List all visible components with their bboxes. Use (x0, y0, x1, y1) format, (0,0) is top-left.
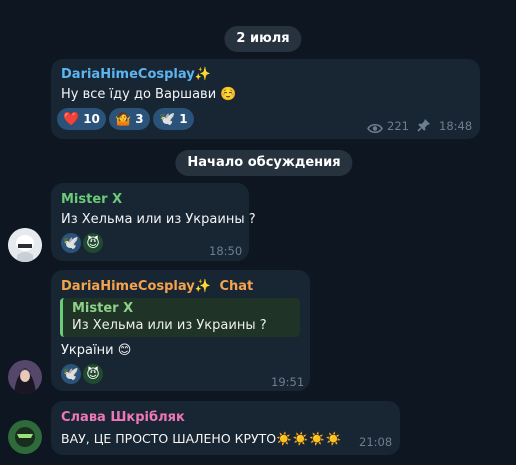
message-sender-name[interactable]: Слава Шкрібляк (61, 410, 185, 425)
message-time: 21:08 (359, 435, 393, 449)
message-text: ВАУ, ЦЕ ПРОСТО ШАЛЕНО КРУТО☀️☀️☀️☀️ (61, 431, 343, 446)
reaction-dove[interactable]: 🕊️ 1 (153, 108, 194, 130)
message-sender-name[interactable]: DariaHimeCosplay✨ Chat (61, 279, 253, 294)
reaction-count: 3 (135, 112, 144, 126)
reaction-heart[interactable]: ❤️ 10 (57, 108, 106, 130)
message-text: України 😊 (61, 343, 132, 358)
reply-quote[interactable]: Mister X Из Хельма или из Украины ? (60, 298, 300, 337)
reply-sender-name: Mister X (72, 301, 134, 316)
reaction-shrug[interactable]: 🤷 3 (109, 108, 150, 130)
smiling-face-icon: 😊 (117, 343, 132, 358)
devil-icon[interactable]: 😈 (83, 364, 103, 384)
message-bubble[interactable]: DariaHimeCosplay✨ Chat Mister X Из Хельм… (51, 270, 310, 391)
eye-icon (367, 119, 383, 138)
dove-icon: 🕊️ (159, 111, 176, 127)
sparkles-icon: ✨ (194, 67, 211, 82)
message-text: Из Хельма или из Украины ? (61, 212, 256, 227)
message-time: 18:50 (209, 244, 243, 258)
message-bubble[interactable]: Слава Шкрібляк ВАУ, ЦЕ ПРОСТО ШАЛЕНО КРУ… (51, 401, 400, 455)
smiling-face-icon: ☺️ (220, 87, 237, 102)
discussion-separator: Начало обсуждения (175, 150, 353, 176)
devil-icon[interactable]: 😈 (83, 233, 103, 253)
channel-post[interactable]: DariaHimeCosplay✨ Ну все їду до Варшави … (51, 59, 480, 139)
dove-icon[interactable]: 🕊️ (61, 233, 81, 253)
heart-icon: ❤️ (63, 111, 80, 127)
chat-badge: Chat (219, 279, 254, 294)
shrug-icon: 🤷 (115, 111, 132, 127)
message-time: 19:51 (271, 375, 305, 389)
post-text: Ну все їду до Варшави ☺️ (61, 87, 237, 102)
reaction-count: 10 (83, 112, 100, 126)
message-sender-name[interactable]: Mister X (61, 192, 122, 207)
sparkles-icon: ✨ (194, 279, 211, 294)
sun-icon: ☀️☀️☀️☀️ (276, 431, 343, 446)
message-bubble[interactable]: Mister X Из Хельма или из Украины ? 🕊️ 😈… (51, 183, 256, 261)
message-reactions[interactable]: 🕊️ 😈 (61, 233, 103, 253)
avatar-mister-x[interactable] (8, 228, 42, 262)
post-time: 18:48 (439, 119, 473, 133)
post-views: 221 (387, 119, 409, 133)
date-separator: 2 июля (224, 26, 302, 52)
avatar-slava[interactable] (8, 420, 42, 454)
dove-icon[interactable]: 🕊️ (61, 364, 81, 384)
post-sender-name[interactable]: DariaHimeCosplay✨ (61, 67, 211, 82)
reply-text: Из Хельма или из Украины ? (72, 318, 267, 333)
message-reactions[interactable]: 🕊️ 😈 (61, 364, 103, 384)
pin-icon (417, 117, 431, 136)
reaction-count: 1 (179, 112, 188, 126)
avatar-daria[interactable] (8, 360, 42, 394)
